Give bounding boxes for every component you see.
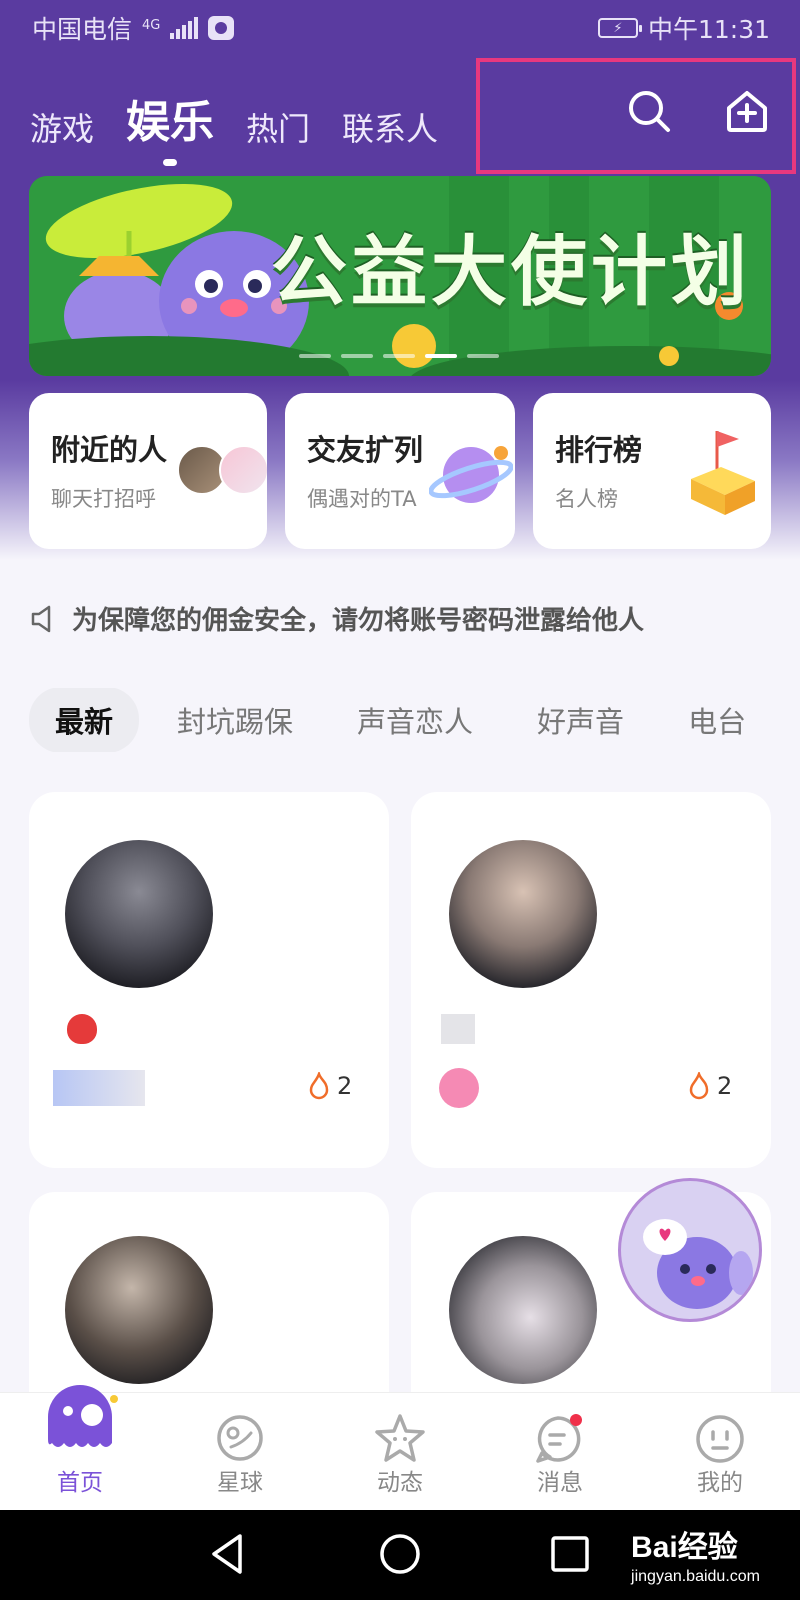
hot-count-value: 2 (717, 1072, 733, 1100)
user-card[interactable]: 2 (29, 792, 389, 1168)
hot-count: 2 (307, 1072, 352, 1100)
flame-icon (309, 1072, 329, 1100)
feature-make-friends[interactable]: 交友扩列 偶遇对的TA (285, 393, 515, 549)
promo-banner[interactable]: 公益大使计划 (29, 176, 771, 376)
home-icon[interactable] (378, 1532, 422, 1576)
unread-badge (570, 1414, 582, 1426)
user-avatar (449, 840, 597, 988)
flame-icon (689, 1072, 709, 1100)
planet-icon (217, 1415, 263, 1461)
signal-icon (170, 17, 199, 39)
star-face-icon (375, 1414, 425, 1462)
nav-messages[interactable]: 消息 (480, 1393, 640, 1511)
baidu-jingyan-watermark: Bai经验 jingyan.baidu.com (631, 1522, 760, 1586)
banner-pagination (299, 354, 499, 358)
tab-contacts[interactable]: 联系人 (342, 104, 438, 150)
battery-icon: ⚡ (597, 18, 642, 38)
hot-count-value: 2 (337, 1072, 353, 1100)
home-mascot-icon (48, 1385, 118, 1447)
nav-label: 我的 (697, 1470, 743, 1496)
security-notice: 为保障您的佣金安全，请勿将账号密码泄露给他人 (30, 600, 644, 637)
nearby-avatar-2 (219, 445, 267, 495)
search-icon[interactable] (626, 88, 672, 134)
network-label: 4G (142, 18, 161, 33)
status-bar: 中国电信 4G ⚡ 中午11:31 (0, 0, 800, 56)
nav-planet[interactable]: 星球 (160, 1393, 320, 1511)
nav-label: 消息 (537, 1470, 583, 1496)
podium-flag-icon (691, 431, 755, 515)
system-nav-bar: Bai经验 jingyan.baidu.com (0, 1510, 800, 1600)
planet-illustration-icon (429, 446, 513, 503)
back-icon[interactable] (208, 1532, 244, 1576)
top-tabs: 游戏 娱乐 热门 联系人 (30, 86, 438, 150)
user-badge-icon (441, 1014, 475, 1044)
carrier-label: 中国电信 (32, 15, 133, 44)
category-tab-good-voice[interactable]: 好声音 (537, 699, 624, 741)
banner-dot[interactable] (299, 354, 331, 358)
hot-count: 2 (687, 1072, 732, 1100)
watermark-brand: Bai经验 (631, 1531, 738, 1564)
profile-face-icon (696, 1415, 744, 1463)
bottom-nav: 首页 星球 动态 消息 我的 (0, 1385, 800, 1511)
banner-dot[interactable] (467, 354, 499, 358)
mascot-icon (643, 1219, 753, 1309)
user-tag (53, 1070, 145, 1106)
nav-label: 首页 (57, 1470, 103, 1496)
tab-hot[interactable]: 热门 (246, 104, 310, 150)
category-tab-latest[interactable]: 最新 (29, 688, 140, 752)
nav-label: 星球 (217, 1470, 263, 1496)
category-tab-radio[interactable]: 电台 (688, 699, 746, 741)
user-avatar (65, 1236, 213, 1384)
banner-title: 公益大使计划 (271, 227, 751, 316)
banner-dot-active[interactable] (425, 354, 457, 358)
tab-entertainment[interactable]: 娱乐 (126, 86, 214, 150)
category-tabs: 最新 封坑踢保 声音恋人 好声音 电台 (29, 688, 771, 752)
nav-label: 动态 (377, 1470, 423, 1496)
recent-apps-icon[interactable] (550, 1532, 590, 1576)
notice-text: 为保障您的佣金安全，请勿将账号密码泄露给他人 (72, 606, 645, 636)
nav-home[interactable]: 首页 (0, 1385, 160, 1511)
user-tag (439, 1068, 479, 1108)
floating-mascot-button[interactable] (618, 1178, 762, 1322)
speaker-icon (31, 605, 51, 632)
add-home-icon[interactable] (724, 88, 770, 134)
nav-feed[interactable]: 动态 (320, 1393, 480, 1511)
banner-dot[interactable] (341, 354, 373, 358)
user-avatar (65, 840, 213, 988)
category-tab-voice-lover[interactable]: 声音恋人 (357, 699, 473, 741)
user-card[interactable]: 2 (411, 792, 771, 1168)
clock-label: 中午11:31 (647, 15, 770, 44)
feature-nearby-people[interactable]: 附近的人 聊天打招呼 (29, 393, 267, 549)
tab-games[interactable]: 游戏 (30, 104, 94, 150)
message-icon (536, 1414, 582, 1463)
strawberry-badge-icon (67, 1014, 97, 1044)
app-notification-icon (208, 16, 235, 40)
user-avatar (449, 1236, 597, 1384)
category-tab-2[interactable]: 封坑踢保 (177, 699, 293, 741)
nav-profile[interactable]: 我的 (640, 1393, 800, 1511)
watermark-url: jingyan.baidu.com (631, 1568, 760, 1585)
banner-dot[interactable] (383, 354, 415, 358)
feature-leaderboard[interactable]: 排行榜 名人榜 (533, 393, 771, 549)
